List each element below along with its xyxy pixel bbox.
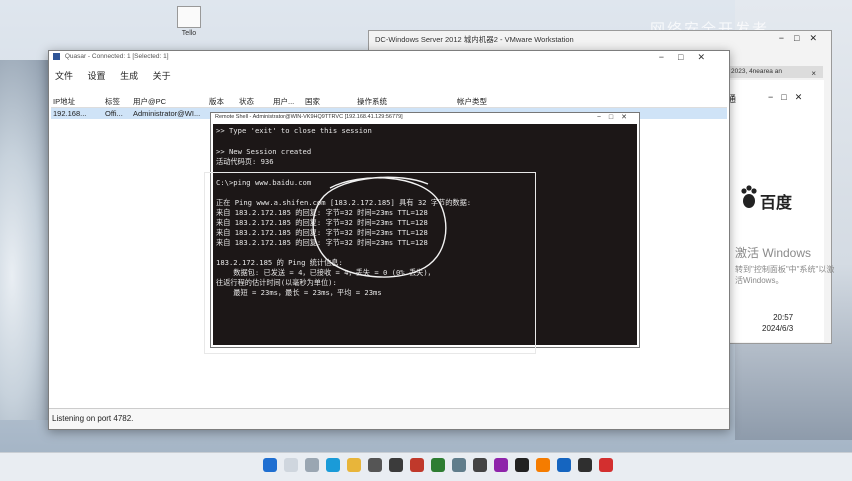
console-line: >> New Session created bbox=[216, 147, 312, 156]
vmware-title: DC-Windows Server 2012 城内机器2 - VMware Wo… bbox=[375, 35, 574, 44]
row-tag: Offi... bbox=[105, 109, 123, 118]
app-icon-12[interactable] bbox=[599, 458, 613, 472]
app-icon-3[interactable] bbox=[410, 458, 424, 472]
app-icon-8[interactable] bbox=[515, 458, 529, 472]
vm-time: 20:57 bbox=[773, 313, 794, 322]
col-account-type[interactable]: 帐户类型 bbox=[457, 96, 487, 107]
app-icon-2[interactable] bbox=[389, 458, 403, 472]
col-tag[interactable]: 标签 bbox=[105, 96, 120, 107]
app-icon-7[interactable] bbox=[494, 458, 508, 472]
file-icon bbox=[177, 6, 201, 28]
app-icon-6[interactable] bbox=[473, 458, 487, 472]
col-country[interactable]: 国家 bbox=[305, 96, 320, 107]
task-view-icon[interactable] bbox=[305, 458, 319, 472]
menu-bar: 文件 设置 生成 关于 bbox=[49, 67, 729, 83]
shell-window-controls[interactable]: −□✕ bbox=[597, 113, 635, 121]
annotation-scribble bbox=[312, 176, 447, 278]
col-user[interactable]: 用户... bbox=[273, 96, 294, 107]
col-user-pc[interactable]: 用户@PC bbox=[133, 96, 166, 107]
app-icon-4[interactable] bbox=[431, 458, 445, 472]
menu-file[interactable]: 文件 bbox=[55, 67, 73, 82]
desktop-icon[interactable]: Tello bbox=[172, 6, 206, 40]
app-icon-5[interactable] bbox=[452, 458, 466, 472]
close-icon[interactable]: × bbox=[807, 67, 820, 80]
menu-settings[interactable]: 设置 bbox=[88, 67, 106, 82]
app-icon-1[interactable] bbox=[368, 458, 382, 472]
app-icon-10[interactable] bbox=[557, 458, 571, 472]
vmware-window-controls[interactable]: −□✕ bbox=[779, 33, 827, 44]
col-ip[interactable]: IP地址 bbox=[53, 96, 75, 107]
row-user-pc: Administrator@WI... bbox=[133, 109, 201, 118]
console-line: >> Type 'exit' to close this session bbox=[216, 126, 372, 135]
activate-subtitle: 转到"控制面板"中"系统"以激活Windows。 bbox=[735, 265, 835, 285]
menu-build[interactable]: 生成 bbox=[120, 67, 138, 82]
activate-title: 激活 Windows bbox=[735, 246, 812, 260]
quasar-titlebar[interactable]: Quasar - Connected: 1 [Selected: 1] −□✕ bbox=[49, 51, 729, 67]
vm-clock: 20:57 2024/6/3 bbox=[762, 312, 793, 334]
taskbar bbox=[0, 452, 852, 481]
baidu-text: 百度 bbox=[760, 195, 793, 212]
menu-about[interactable]: 关于 bbox=[153, 67, 171, 82]
app-icon-9[interactable] bbox=[536, 458, 550, 472]
start-icon[interactable] bbox=[263, 458, 277, 472]
quasar-title: Quasar - Connected: 1 [Selected: 1] bbox=[64, 53, 169, 61]
app-icon-11[interactable] bbox=[578, 458, 592, 472]
shell-titlebar[interactable]: Remote Shell - Administrator@WIN-VK9HQ9T… bbox=[211, 113, 639, 124]
vm-date: 2024/6/3 bbox=[762, 324, 794, 333]
quasar-window-controls[interactable]: −□✕ bbox=[659, 52, 719, 63]
row-ip: 192.168... bbox=[53, 109, 87, 118]
console-line: 活动代码页: 936 bbox=[216, 157, 274, 166]
client-table-header: IP地址 标签 用户@PC 版本 状态 用户... 国家 操作系统 帐户类型 bbox=[51, 95, 727, 108]
folder-icon[interactable] bbox=[347, 458, 361, 472]
vm-tab-label: 2023, 4nearea an bbox=[731, 68, 782, 75]
col-status[interactable]: 状态 bbox=[239, 96, 254, 107]
paw-icon bbox=[741, 185, 757, 208]
app-icon bbox=[53, 53, 60, 60]
col-os[interactable]: 操作系统 bbox=[357, 96, 387, 107]
activate-windows-notice: 激活 Windows 转到"控制面板"中"系统"以激活Windows。 bbox=[735, 244, 835, 286]
shell-title: Remote Shell - Administrator@WIN-VK9HQ9T… bbox=[215, 114, 403, 120]
status-text: Listening on port 4782. bbox=[52, 414, 134, 423]
desktop-icon-label: Tello bbox=[181, 30, 197, 37]
edge-icon[interactable] bbox=[326, 458, 340, 472]
col-version[interactable]: 版本 bbox=[209, 96, 224, 107]
vm-browser-tab[interactable]: 2023, 4nearea an × bbox=[727, 66, 823, 78]
status-bar: Listening on port 4782. bbox=[49, 408, 729, 429]
baidu-logo[interactable]: 百度 bbox=[740, 185, 820, 215]
vm-window-controls[interactable]: −□✕ bbox=[768, 92, 810, 103]
search-icon[interactable] bbox=[284, 458, 298, 472]
